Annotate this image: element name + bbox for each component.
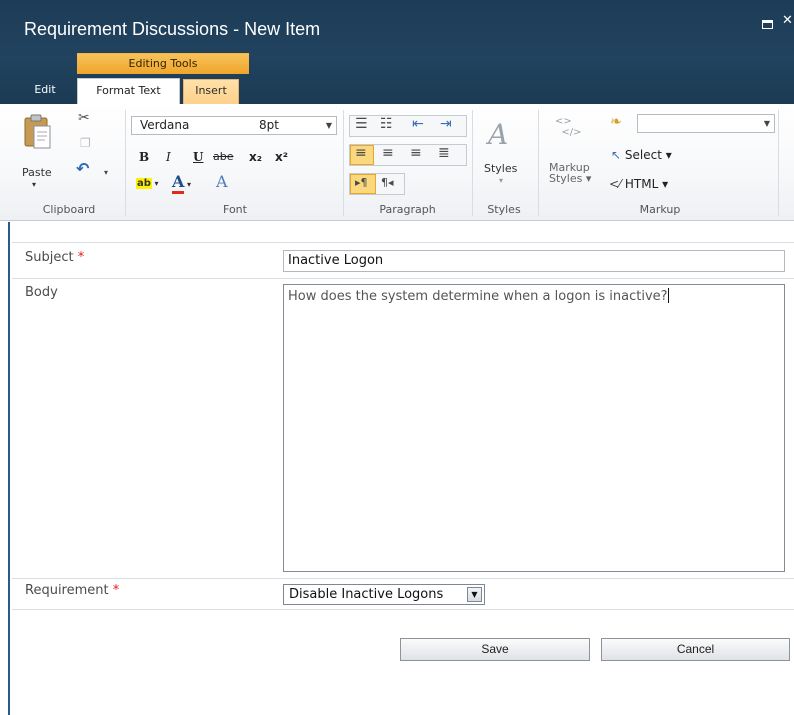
markup-group-label: Markup <box>639 203 681 216</box>
body-textarea[interactable]: How does the system determine when a log… <box>283 284 785 572</box>
required-marker: * <box>77 250 85 265</box>
chevron-down-icon: ▾ <box>499 176 504 185</box>
editing-tools-context-group: Editing Tools <box>77 53 249 74</box>
tab-edit[interactable]: Edit <box>25 79 65 104</box>
paragraph-group-label: Paragraph <box>379 203 436 216</box>
language-icon[interactable]: ❧ <box>610 114 622 130</box>
font-size-combo[interactable]: 8pt ▼ <box>251 116 337 135</box>
clipboard-group-label: Clipboard <box>42 203 96 216</box>
chevron-down-icon: ▼ <box>325 121 332 130</box>
requirement-label: Requirement * <box>25 583 120 598</box>
copy-icon[interactable]: ❐ <box>80 136 91 150</box>
font-color-button[interactable]: A ▾ <box>172 172 191 194</box>
rtl-icon[interactable]: ¶◂ <box>381 176 394 189</box>
numbering-icon[interactable]: ☷ <box>380 116 393 132</box>
undo-dropdown-icon[interactable]: ▾ <box>104 168 108 177</box>
font-size-value: 8pt <box>259 118 279 132</box>
markup-icon: <> </> <box>555 116 582 138</box>
markup-language-combo[interactable]: ▼ <box>637 114 775 133</box>
markup-styles-label: Markup Styles ▾ <box>549 161 592 185</box>
bullets-icon[interactable]: ☰ <box>355 116 368 132</box>
maximize-icon[interactable] <box>762 20 773 29</box>
editing-tools-label: Editing Tools <box>128 57 198 70</box>
decrease-indent-icon[interactable]: ⇤ <box>412 116 424 132</box>
row-divider <box>12 278 794 279</box>
html-button[interactable]: <⁄ HTML ▾ <box>609 177 668 191</box>
increase-indent-icon[interactable]: ⇥ <box>440 116 452 132</box>
styles-button[interactable]: A Styles ▾ <box>484 118 524 198</box>
paste-dropdown-icon[interactable]: ▾ <box>32 180 36 189</box>
row-divider <box>12 578 794 579</box>
align-right-icon[interactable]: ≡ <box>410 145 422 161</box>
cancel-button[interactable]: Cancel <box>601 638 790 661</box>
group-separator <box>778 110 779 216</box>
html-label: HTML ▾ <box>624 177 669 191</box>
subject-label: Subject * <box>25 250 85 265</box>
close-icon[interactable]: ✕ <box>782 14 793 27</box>
ltr-icon: ▸¶ <box>355 176 368 189</box>
group-separator <box>538 110 539 216</box>
styles-group-label: Styles <box>487 203 521 216</box>
italic-button[interactable]: I <box>166 150 171 168</box>
paste-label: Paste <box>22 166 52 179</box>
strikethrough-button[interactable]: abe <box>213 150 234 168</box>
font-name-combo[interactable]: Verdana ▼ <box>131 116 264 135</box>
paste-button[interactable]: Paste ▾ <box>22 112 56 192</box>
select-button[interactable]: ↖ Select ▾ <box>611 148 672 162</box>
undo-icon[interactable]: ↶ <box>76 159 89 178</box>
cursor-icon: ↖ <box>611 148 622 162</box>
group-separator <box>472 110 473 216</box>
font-name-value: Verdana <box>140 118 190 132</box>
row-divider <box>12 242 794 243</box>
required-marker: * <box>112 583 120 598</box>
subscript-button[interactable]: x₂ <box>249 150 262 168</box>
tab-format-text[interactable]: Format Text <box>77 78 180 106</box>
styles-label: Styles <box>484 162 518 175</box>
html-icon: <⁄ <box>609 177 622 191</box>
chevron-down-icon: ▾ <box>184 180 191 189</box>
left-border <box>8 222 10 715</box>
ribbon: Paste ▾ ✂ ❐ ↶ ▾ Clipboard Verdana ▼ 8pt … <box>0 104 794 221</box>
body-label: Body <box>25 285 58 300</box>
row-divider <box>12 609 794 610</box>
underline-button[interactable]: U <box>193 150 203 168</box>
cut-icon[interactable]: ✂ <box>78 110 90 126</box>
form-area: Subject * Inactive Logon Body How does t… <box>0 222 794 715</box>
chevron-down-icon[interactable]: ▼ <box>467 587 482 602</box>
chevron-down-icon: ▾ <box>151 179 159 188</box>
font-color-icon: A <box>172 172 185 194</box>
group-separator <box>343 110 344 216</box>
font-group-label: Font <box>223 203 247 216</box>
tab-insert[interactable]: Insert <box>183 79 239 104</box>
clear-format-button[interactable]: A <box>216 172 228 191</box>
dialog-header: Requirement Discussions - New Item ✕ Edi… <box>0 0 794 106</box>
requirement-select[interactable]: Disable Inactive Logons ▼ <box>283 584 485 605</box>
highlight-icon: ab <box>136 178 152 189</box>
bold-button[interactable]: B <box>139 150 149 168</box>
align-left-icon: ≡ <box>355 145 367 161</box>
markup-styles-button[interactable]: <> </> Markup Styles ▾ <box>547 116 597 200</box>
save-button[interactable]: Save <box>400 638 590 661</box>
group-separator <box>125 110 126 216</box>
dialog-title: Requirement Discussions - New Item <box>24 19 321 39</box>
justify-icon[interactable]: ≣ <box>438 145 450 161</box>
subject-input[interactable]: Inactive Logon <box>283 250 785 272</box>
highlight-color-button[interactable]: ab ▾ <box>136 176 158 189</box>
paste-icon <box>24 114 51 149</box>
superscript-button[interactable]: x² <box>275 150 288 168</box>
select-label: Select ▾ <box>624 148 672 162</box>
body-text: How does the system determine when a log… <box>288 289 668 304</box>
styles-icon: A <box>488 118 509 151</box>
text-caret <box>667 288 669 303</box>
align-center-icon[interactable]: ≡ <box>382 145 394 161</box>
requirement-selected: Disable Inactive Logons <box>289 587 444 602</box>
chevron-down-icon: ▼ <box>763 119 770 128</box>
